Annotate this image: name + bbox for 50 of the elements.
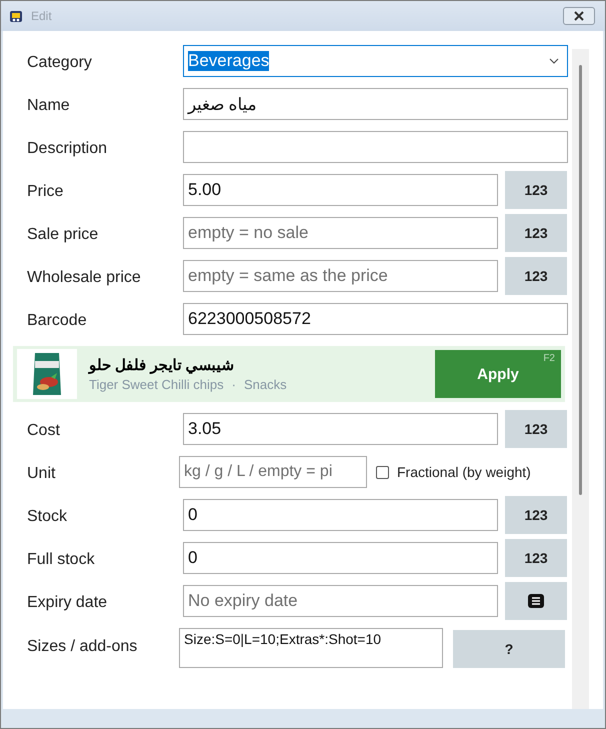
field-label: Wholesale price — [26, 268, 142, 287]
field-label: Category — [26, 53, 93, 72]
product-name: Tiger Sweet Chilli chips — [89, 377, 224, 392]
close-button[interactable] — [563, 7, 595, 25]
fractional-checkbox[interactable] — [376, 466, 389, 478]
category-dropdown[interactable]: Beverages — [183, 45, 568, 77]
close-icon — [573, 11, 585, 21]
input-field[interactable]: 6223000508572 — [183, 303, 568, 335]
input-field[interactable]: kg / g / L / empty = pi — [179, 456, 367, 488]
product-title: شيبسي تايجر فلفل حلو — [89, 356, 235, 374]
separator-dot: · — [232, 377, 236, 392]
field-label: Expiry date — [26, 593, 108, 612]
keypad-button[interactable]: 123 — [505, 214, 567, 252]
field-label: Price — [26, 182, 64, 201]
input-field[interactable]: 0 — [183, 542, 498, 574]
product-category: Snacks — [244, 377, 287, 392]
field-label: Barcode — [26, 311, 88, 330]
field-label: Name — [26, 96, 71, 115]
input-field[interactable]: No expiry date — [183, 585, 498, 617]
app-icon — [9, 9, 23, 23]
field-label: Unit — [26, 464, 56, 483]
field-label: Stock — [26, 507, 68, 526]
input-field[interactable]: 5.00 — [183, 174, 498, 206]
input-field[interactable] — [183, 131, 568, 163]
field-label: Full stock — [26, 550, 96, 569]
scrollbar[interactable] — [572, 49, 589, 709]
field-label: Cost — [26, 421, 61, 440]
checkbox-label: Fractional (by weight) — [397, 464, 531, 480]
input-field[interactable]: 3.05 — [183, 413, 498, 445]
input-field[interactable]: empty = no sale — [183, 217, 498, 249]
input-field[interactable]: Size:S=0|L=10;Extras*:Shot=10 — [179, 628, 443, 668]
apply-button[interactable]: Apply F2 — [435, 350, 561, 398]
calendar-icon — [527, 593, 545, 609]
field-label: Description — [26, 139, 108, 158]
input-field[interactable]: 0 — [183, 499, 498, 531]
window-title: Edit — [31, 9, 53, 23]
chevron-icon — [549, 58, 559, 64]
keypad-button[interactable]: 123 — [505, 496, 567, 534]
field-label: Sizes / add-ons — [26, 637, 138, 656]
shortcut-hint: F2 — [543, 353, 555, 364]
calendar-button[interactable] — [505, 582, 567, 620]
keypad-button[interactable]: 123 — [505, 171, 567, 209]
input-field[interactable]: empty = same as the price — [183, 260, 498, 292]
keypad-button[interactable]: 123 — [505, 539, 567, 577]
keypad-button[interactable]: 123 — [505, 257, 567, 295]
keypad-button[interactable]: 123 — [505, 410, 567, 448]
dropdown-value: Beverages — [188, 51, 270, 71]
input-field[interactable]: مياه صغير — [183, 88, 568, 120]
help-button[interactable]: ? — [453, 630, 565, 668]
field-label: Sale price — [26, 225, 100, 244]
